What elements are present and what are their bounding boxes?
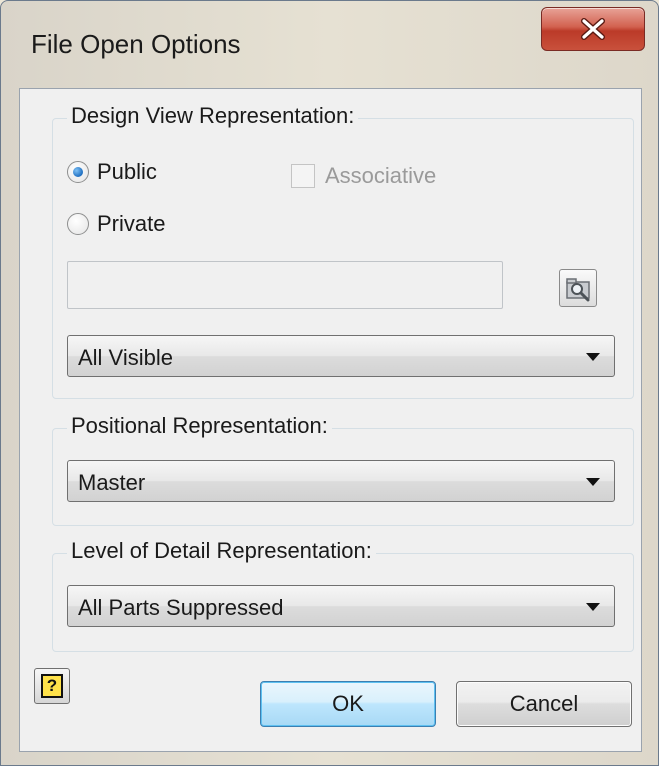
close-icon bbox=[581, 18, 605, 40]
associative-checkbox-label: Associative bbox=[325, 163, 437, 188]
associative-checkbox[interactable]: Associative bbox=[291, 163, 436, 189]
chevron-down-icon bbox=[586, 353, 600, 361]
private-radio[interactable]: Private bbox=[67, 211, 165, 237]
chevron-down-icon bbox=[586, 603, 600, 611]
close-button[interactable] bbox=[541, 7, 645, 51]
level-of-detail-select-value: All Parts Suppressed bbox=[78, 595, 284, 620]
folder-search-icon bbox=[566, 278, 590, 302]
chevron-down-icon bbox=[586, 478, 600, 486]
cancel-button[interactable]: Cancel bbox=[456, 681, 632, 727]
help-icon: ? bbox=[41, 674, 63, 698]
design-view-group: Design View Representation: Public Assoc… bbox=[52, 103, 634, 399]
positional-label: Positional Representation: bbox=[67, 413, 332, 439]
public-radio-indicator bbox=[67, 161, 89, 183]
title-bar[interactable]: File Open Options bbox=[1, 1, 658, 89]
positional-select[interactable]: Master bbox=[67, 460, 615, 502]
public-radio[interactable]: Public bbox=[67, 159, 157, 185]
associative-checkbox-box bbox=[291, 164, 315, 188]
ok-button[interactable]: OK bbox=[260, 681, 436, 727]
private-radio-label: Private bbox=[97, 211, 166, 236]
dialog-title: File Open Options bbox=[31, 29, 241, 59]
positional-select-value: Master bbox=[78, 470, 146, 495]
level-of-detail-label: Level of Detail Representation: bbox=[67, 538, 376, 564]
level-of-detail-group: Level of Detail Representation: All Part… bbox=[52, 538, 634, 652]
private-radio-indicator bbox=[67, 213, 89, 235]
public-radio-label: Public bbox=[97, 159, 157, 184]
help-button[interactable]: ? bbox=[34, 668, 70, 704]
design-view-path-field[interactable] bbox=[67, 261, 503, 309]
design-view-select-value: All Visible bbox=[78, 345, 173, 370]
positional-group: Positional Representation: Master bbox=[52, 413, 634, 526]
level-of-detail-select[interactable]: All Parts Suppressed bbox=[67, 585, 615, 627]
browse-design-view-button[interactable] bbox=[559, 269, 597, 307]
design-view-select[interactable]: All Visible bbox=[67, 335, 615, 377]
design-view-label: Design View Representation: bbox=[67, 103, 359, 129]
file-open-options-dialog: File Open Options Design View Representa… bbox=[0, 0, 659, 766]
dialog-body: Design View Representation: Public Assoc… bbox=[19, 88, 642, 752]
